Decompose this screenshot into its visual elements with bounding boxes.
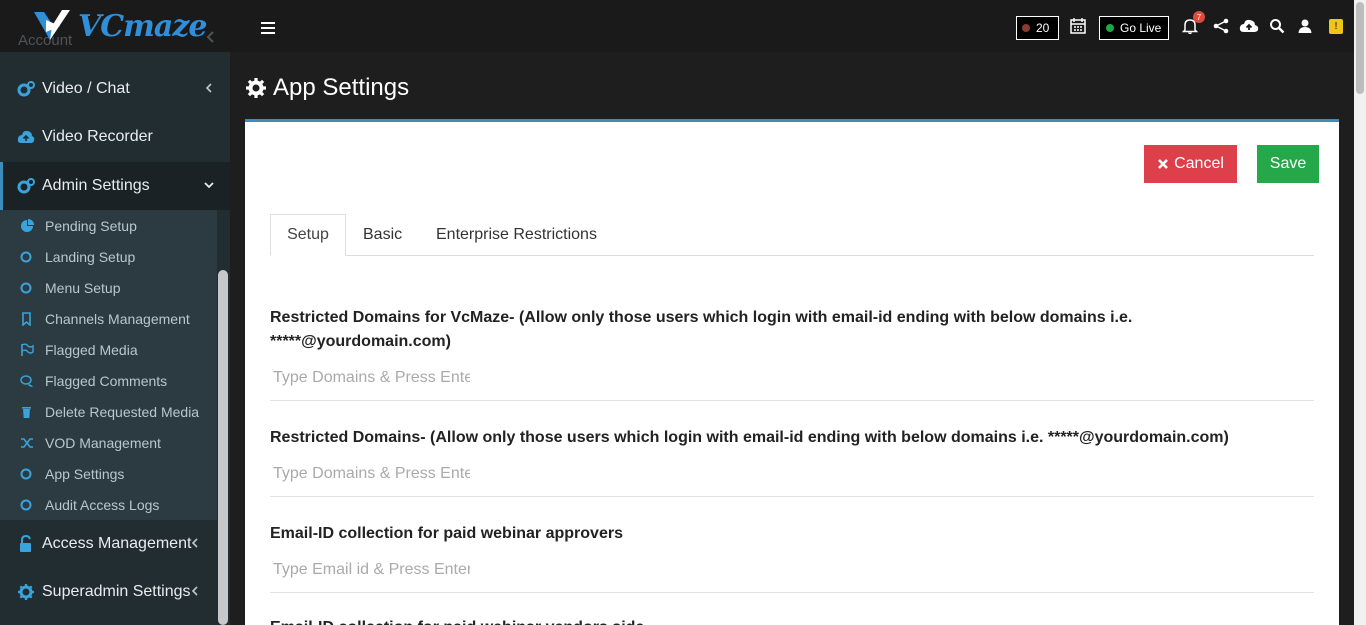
chevron-left-icon xyxy=(205,83,212,93)
submenu-item-label: Audit Access Logs xyxy=(45,496,160,513)
submenu-item-landing-setup[interactable]: Landing Setup xyxy=(0,241,217,272)
sidebar-item-video-chat[interactable]: Video / Chat xyxy=(0,65,230,113)
unlock-icon xyxy=(17,535,35,553)
divider xyxy=(270,592,1314,593)
submenu-item-audit-access-logs[interactable]: Audit Access Logs xyxy=(0,489,217,520)
page-scrollbar[interactable] xyxy=(1354,0,1366,625)
submenu-item-app-settings[interactable]: App Settings xyxy=(0,458,217,489)
sidebar-scrollbar[interactable] xyxy=(218,270,228,625)
tab-basic[interactable]: Basic xyxy=(363,214,402,256)
calendar-icon[interactable] xyxy=(1070,18,1086,34)
restricted-domains-input[interactable] xyxy=(270,462,470,486)
sidebar-item-label: Superadmin Settings xyxy=(42,583,191,600)
comments-icon xyxy=(20,374,34,388)
top-navbar: 20 Go Live 7 ! xyxy=(230,0,1354,52)
sidebar-item-label: Video / Chat xyxy=(42,80,130,97)
search-icon[interactable] xyxy=(1269,18,1285,34)
cogs-icon xyxy=(17,80,35,98)
sidebar-item-superadmin-settings[interactable]: Superadmin Settings xyxy=(0,568,230,616)
live-count-value: 20 xyxy=(1036,21,1050,35)
submenu-item-label: Channels Management xyxy=(45,310,190,327)
submenu-item-pending-setup[interactable]: Pending Setup xyxy=(0,210,217,241)
cogs-icon xyxy=(17,177,35,195)
page-scrollbar-thumb[interactable] xyxy=(1356,2,1364,94)
submenu-item-menu-setup[interactable]: Menu Setup xyxy=(0,272,217,303)
cancel-label: Cancel xyxy=(1174,155,1224,172)
vcmaze-domains-input[interactable] xyxy=(270,366,470,390)
sidebar-item-admin-settings[interactable]: Admin Settings xyxy=(0,162,230,210)
alert-icon[interactable]: ! xyxy=(1329,19,1343,34)
sidebar-item-video-recorder[interactable]: Video Recorder xyxy=(0,113,230,161)
page-title: App Settings xyxy=(273,74,410,101)
submenu-item-label: Flagged Media xyxy=(45,341,138,358)
bookmark-icon xyxy=(20,311,34,326)
gear-icon xyxy=(246,78,266,98)
cloud-upload-icon xyxy=(17,128,35,146)
submenu-item-flagged-media[interactable]: Flagged Media xyxy=(0,334,217,365)
share-icon[interactable] xyxy=(1213,18,1229,34)
sidebar-item-label: Access Management xyxy=(42,535,192,552)
webinar-approvers-email-input[interactable] xyxy=(270,558,470,582)
settings-tabs: Setup Basic Enterprise Restrictions xyxy=(270,214,1314,256)
submenu-item-label: Flagged Comments xyxy=(45,372,168,389)
field-label-webinar-approvers: Email-ID collection for paid webinar app… xyxy=(270,525,623,542)
submenu-item-label: App Settings xyxy=(45,465,125,482)
green-dot-icon xyxy=(1106,24,1114,32)
submenu-item-label: Landing Setup xyxy=(45,248,136,265)
submenu-item-delete-requested-media[interactable]: Delete Requested Media xyxy=(0,396,217,427)
field-label-webinar-vendors: Email-ID collection for paid webinar ven… xyxy=(270,616,1314,625)
cancel-button[interactable]: Cancel xyxy=(1144,145,1237,183)
submenu-item-label: Pending Setup xyxy=(45,217,137,234)
close-icon xyxy=(1158,159,1169,169)
page-header: App Settings xyxy=(245,74,409,102)
logo-mark-icon xyxy=(34,10,70,40)
submenu-item-channels-management[interactable]: Channels Management xyxy=(0,303,217,334)
circle-icon xyxy=(20,250,34,264)
field-label-restricted-domains: Restricted Domains- (Allow only those us… xyxy=(270,429,1229,446)
trash-icon xyxy=(20,405,34,419)
divider xyxy=(270,400,1314,401)
tab-enterprise-restrictions[interactable]: Enterprise Restrictions xyxy=(436,214,597,256)
flag-icon xyxy=(20,343,34,357)
save-button[interactable]: Save xyxy=(1257,145,1319,183)
submenu-item-label: VOD Management xyxy=(45,434,161,451)
chevron-down-icon xyxy=(204,182,214,189)
logo[interactable]: VCmaze xyxy=(30,6,207,46)
sidebar: Account VCmaze Video / Chat Video Record… xyxy=(0,0,230,625)
user-icon[interactable] xyxy=(1297,18,1313,34)
tab-setup[interactable]: Setup xyxy=(270,214,346,256)
submenu-item-flagged-comments[interactable]: Flagged Comments xyxy=(0,365,217,396)
settings-card: Cancel Save Setup Basic Enterprise Restr… xyxy=(245,119,1339,625)
admin-submenu: Pending Setup Landing Setup Menu Setup C… xyxy=(0,210,217,520)
pie-chart-icon xyxy=(20,218,34,233)
brand-name: VCmaze xyxy=(78,8,207,44)
sidebar-item-label: Video Recorder xyxy=(42,128,153,145)
menu-toggle-icon[interactable] xyxy=(261,22,275,34)
go-live-button[interactable]: Go Live xyxy=(1099,16,1169,40)
red-dot-icon xyxy=(1022,24,1030,32)
sidebar-item-access-management[interactable]: Access Management xyxy=(0,520,230,568)
cloud-upload-icon[interactable] xyxy=(1239,18,1259,34)
gear-icon xyxy=(17,583,35,601)
live-count-badge[interactable]: 20 xyxy=(1016,16,1059,40)
chevron-left-icon xyxy=(206,31,214,43)
field-label-vcmaze-domains: Restricted Domains for VcMaze- (Allow on… xyxy=(270,309,1133,350)
circle-icon xyxy=(20,281,34,295)
shuffle-icon xyxy=(20,436,34,450)
chevron-left-icon xyxy=(191,538,198,548)
logo-bar: Account VCmaze xyxy=(0,0,230,52)
submenu-item-label: Menu Setup xyxy=(45,279,121,296)
sidebar-item-label: Admin Settings xyxy=(42,177,150,194)
submenu-item-vod-management[interactable]: VOD Management xyxy=(0,427,217,458)
circle-icon xyxy=(20,498,34,512)
notification-count-badge: 7 xyxy=(1193,11,1205,23)
circle-icon xyxy=(20,467,34,481)
go-live-label: Go Live xyxy=(1120,21,1162,35)
submenu-item-label: Delete Requested Media xyxy=(45,403,200,420)
divider xyxy=(270,496,1314,497)
chevron-left-icon xyxy=(191,586,198,596)
